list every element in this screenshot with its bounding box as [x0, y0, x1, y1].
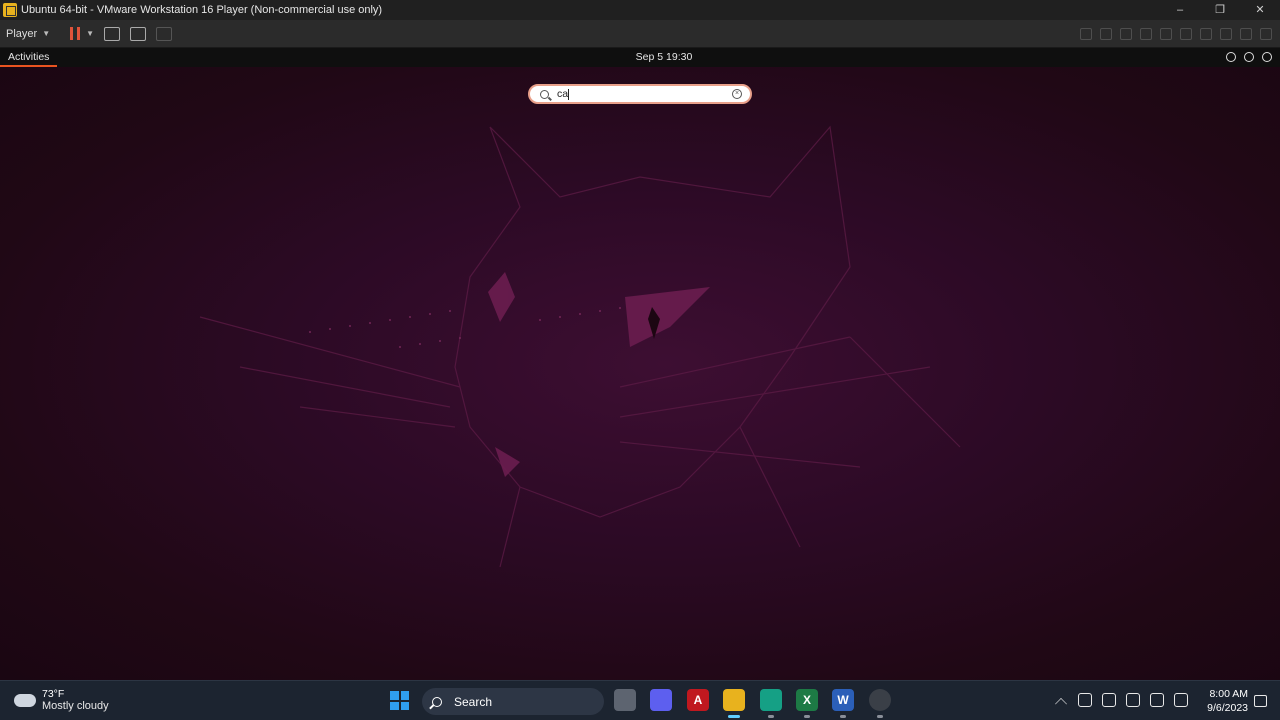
- battery-icon[interactable]: [1174, 693, 1188, 707]
- excel-icon[interactable]: X: [796, 689, 818, 718]
- meet-app-icon[interactable]: [650, 689, 672, 711]
- search-icon: [540, 89, 549, 99]
- restore-button[interactable]: ❐: [1200, 0, 1240, 20]
- volume-icon: [1244, 52, 1254, 62]
- clock-menu[interactable]: Sep 5 19:30: [0, 48, 1280, 67]
- window-title: Ubuntu 64-bit - VMware Workstation 16 Pl…: [21, 4, 383, 16]
- device-icon[interactable]: [1120, 27, 1132, 40]
- taskbar-clock[interactable]: 8:00 AM 9/6/2023: [1196, 687, 1248, 715]
- weather-widget[interactable]: 73°F Mostly cloudy: [12, 688, 109, 712]
- pause-vm-button[interactable]: [70, 27, 81, 40]
- sync-icon[interactable]: [1078, 693, 1092, 707]
- weather-temperature: 73°F: [42, 688, 65, 700]
- files-app-icon[interactable]: [760, 689, 782, 718]
- network-icon: [1226, 52, 1236, 62]
- search-icon: [432, 696, 442, 707]
- wifi-icon[interactable]: [1126, 693, 1140, 707]
- vmware-app-icon: [3, 3, 17, 17]
- player-menu-label: Player: [6, 27, 38, 40]
- gnome-top-bar: Activities Sep 5 19:30: [0, 48, 1280, 67]
- chevron-down-icon: ▼: [42, 29, 51, 38]
- device-status-icons: [1080, 27, 1280, 40]
- vmware-taskbar-icon[interactable]: [723, 689, 745, 718]
- start-button[interactable]: [390, 691, 409, 710]
- system-menu[interactable]: [1226, 52, 1272, 62]
- wallpaper-cat: [199, 125, 961, 568]
- clear-search-icon[interactable]: ×: [732, 89, 742, 99]
- taskbar-search-label: Search: [454, 694, 493, 709]
- device-icon[interactable]: [1080, 27, 1092, 40]
- device-icon[interactable]: [1140, 27, 1152, 40]
- device-icon[interactable]: [1160, 27, 1172, 40]
- browser-icon[interactable]: [869, 689, 891, 718]
- vmware-title-bar: Ubuntu 64-bit - VMware Workstation 16 Pl…: [0, 0, 1280, 20]
- task-view-icon[interactable]: [614, 689, 636, 711]
- microphone-icon[interactable]: [1102, 693, 1116, 707]
- window-controls: – ❐ ✕: [1160, 0, 1280, 20]
- unity-icon[interactable]: [156, 26, 173, 41]
- acrobat-icon[interactable]: A: [687, 689, 709, 711]
- minimize-button[interactable]: –: [1160, 0, 1200, 20]
- player-menu-button[interactable]: Player ▼: [0, 28, 56, 40]
- vmware-toolbar: Player ▼ ▼: [0, 20, 1280, 48]
- device-icon[interactable]: [1100, 27, 1112, 40]
- send-ctrl-alt-del-icon[interactable]: [104, 26, 121, 41]
- cloud-sun-icon: [12, 688, 36, 707]
- system-tray: [1054, 693, 1188, 711]
- weather-condition: Mostly cloudy: [42, 700, 109, 712]
- device-icon[interactable]: [1200, 27, 1212, 40]
- taskbar-search[interactable]: Search: [422, 688, 604, 715]
- volume-icon[interactable]: [1150, 693, 1164, 707]
- notification-icon[interactable]: [1254, 695, 1267, 707]
- taskbar-date: 9/6/2023: [1207, 702, 1248, 714]
- power-icon: [1262, 52, 1272, 62]
- show-hidden-icons-icon[interactable]: [1055, 698, 1067, 710]
- fullscreen-icon[interactable]: [130, 26, 147, 41]
- taskbar-time: 8:00 AM: [1209, 688, 1248, 700]
- device-icon[interactable]: [1240, 27, 1252, 40]
- device-icon[interactable]: [1260, 27, 1272, 40]
- ubuntu-guest-screen: Activities Sep 5 19:30 ca ×: [0, 48, 1280, 680]
- device-icon[interactable]: [1220, 27, 1232, 40]
- close-button[interactable]: ✕: [1240, 0, 1280, 20]
- word-icon[interactable]: W: [832, 689, 854, 718]
- windows-taskbar: 73°F Mostly cloudy Search A X W 8:00 AM …: [0, 680, 1280, 720]
- activities-search-box[interactable]: ca ×: [528, 84, 752, 104]
- chevron-down-icon[interactable]: ▼: [86, 29, 94, 38]
- search-input[interactable]: ca: [557, 88, 570, 100]
- device-icon[interactable]: [1180, 27, 1192, 40]
